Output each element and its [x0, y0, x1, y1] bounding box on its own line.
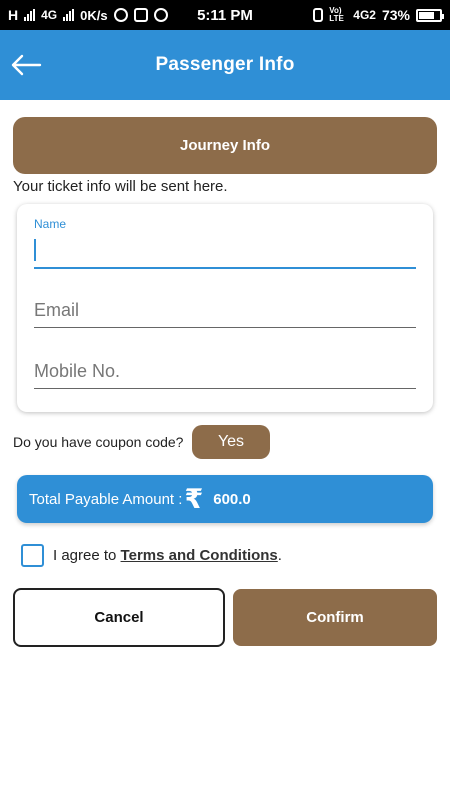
- terms-text: I agree to Terms and Conditions.: [53, 547, 282, 564]
- passenger-form-card: Name: [17, 204, 433, 412]
- ticket-info-text: Your ticket info will be sent here.: [13, 178, 228, 195]
- name-label: Name: [34, 217, 67, 231]
- arrow-left-icon: [11, 54, 42, 76]
- status-right: Vo) LTE 4G2 73%: [313, 6, 444, 23]
- text-cursor: [34, 239, 36, 261]
- cancel-button[interactable]: Cancel: [13, 588, 225, 647]
- status-bar: H 4G 0K/s 5:11 PM Vo) LTE 4G2 73%: [0, 0, 450, 30]
- mobile-input[interactable]: [34, 357, 416, 389]
- battery-icon: [416, 8, 444, 22]
- email-field: [34, 296, 416, 328]
- journey-info-button[interactable]: Journey Info: [13, 117, 437, 174]
- total-amount: 600.0: [213, 490, 251, 508]
- email-input[interactable]: [34, 296, 416, 328]
- name-field: Name: [34, 217, 416, 269]
- page-title: Passenger Info: [155, 54, 295, 75]
- app-bar: Passenger Info: [0, 30, 450, 100]
- network-speed: 0K/s: [80, 7, 108, 23]
- back-button[interactable]: [6, 43, 46, 87]
- battery-percent: 73%: [381, 7, 410, 23]
- terms-suffix: .: [277, 547, 282, 564]
- network-type-right: 4G2: [353, 8, 376, 22]
- mobile-field: [34, 357, 416, 389]
- name-input[interactable]: [34, 231, 416, 269]
- chrome-icon: [153, 8, 168, 22]
- rupee-icon: ₹: [184, 483, 204, 514]
- network-type-h: H: [8, 7, 19, 23]
- gallery-icon: [133, 8, 148, 22]
- terms-prefix: I agree to: [53, 547, 121, 564]
- network-type-4g: 4G: [41, 8, 58, 22]
- volte-indicator: Vo) LTE: [329, 6, 344, 23]
- terms-checkbox[interactable]: [21, 544, 44, 567]
- app-notification-icon: [113, 8, 128, 22]
- signal-icon: [24, 9, 36, 21]
- vibrate-icon: [313, 8, 324, 22]
- coupon-yes-button[interactable]: Yes: [192, 425, 270, 459]
- signal-icon-2: [63, 9, 75, 21]
- total-payable-bar: Total Payable Amount : ₹ 600.0: [17, 475, 433, 523]
- coupon-question: Do you have coupon code?: [13, 434, 184, 450]
- total-label: Total Payable Amount :: [29, 490, 183, 508]
- confirm-button[interactable]: Confirm: [233, 589, 437, 646]
- status-left: H 4G 0K/s: [8, 7, 168, 23]
- terms-link[interactable]: Terms and Conditions: [121, 547, 278, 564]
